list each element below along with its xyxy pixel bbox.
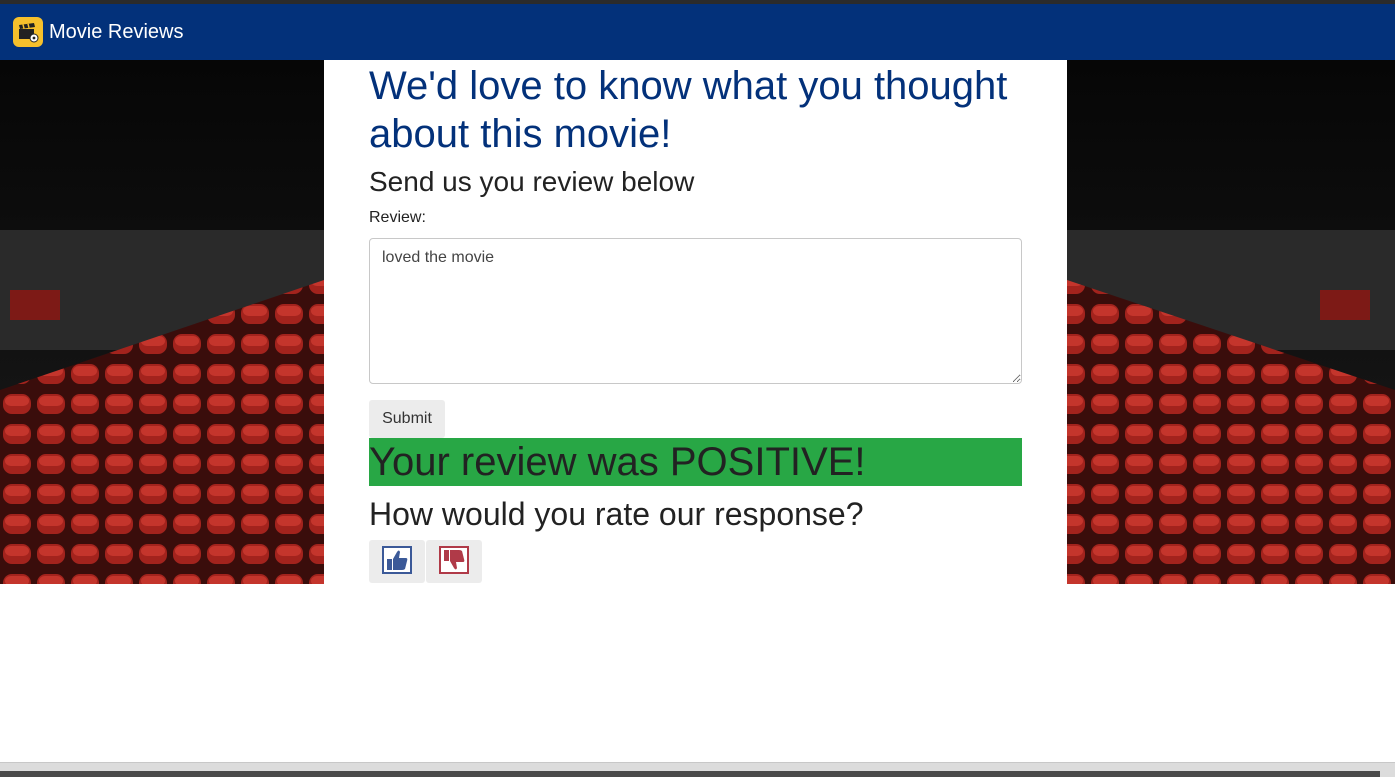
page-title: We'd love to know what you thought about… (369, 64, 1008, 156)
thumbs-down-button[interactable] (426, 540, 482, 583)
window-bottom-bar (0, 762, 1395, 777)
review-panel: We'd love to know what you thought about… (324, 60, 1067, 584)
thumbs-up-icon (382, 546, 412, 577)
review-textarea[interactable]: loved the movie (369, 238, 1022, 384)
brand-title[interactable]: Movie Reviews (49, 20, 183, 44)
submit-button[interactable]: Submit (369, 400, 445, 438)
page-subtitle: Send us you review below (369, 166, 695, 197)
rating-question: How would you rate our response? (369, 496, 864, 532)
thumbs-down-icon (439, 546, 469, 577)
horizontal-scrollbar[interactable] (0, 771, 1380, 777)
review-label: Review: (369, 209, 426, 226)
navbar: Movie Reviews (0, 4, 1395, 60)
sentiment-result-banner: Your review was POSITIVE! (369, 438, 1022, 486)
thumbs-up-button[interactable] (369, 540, 425, 583)
clapperboard-icon[interactable] (13, 17, 43, 47)
